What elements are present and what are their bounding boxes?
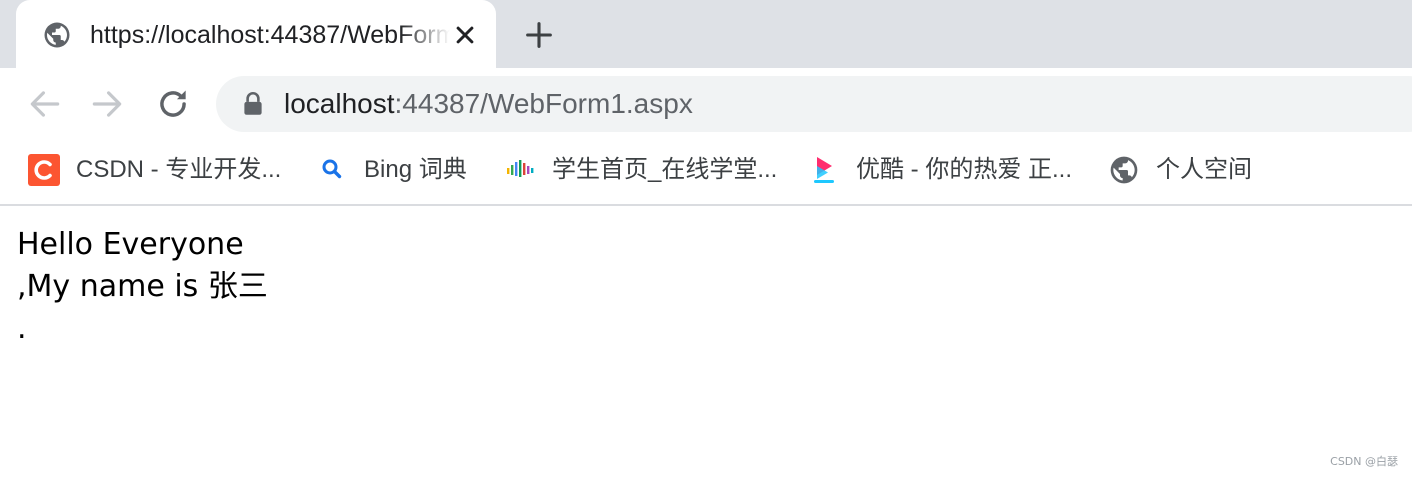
url-path: :44387/WebForm1.aspx bbox=[394, 88, 693, 119]
csdn-icon bbox=[28, 154, 60, 186]
lock-icon[interactable] bbox=[240, 90, 266, 118]
bookmark-label: 个人空间 bbox=[1156, 156, 1252, 183]
active-tab[interactable]: https://localhost:44387/WebForm1.aspx bbox=[16, 0, 496, 68]
close-icon[interactable] bbox=[450, 20, 480, 50]
plus-icon[interactable] bbox=[522, 18, 556, 52]
bookmark-label: CSDN - 专业开发... bbox=[76, 156, 282, 183]
globe-icon bbox=[1110, 156, 1138, 184]
equalizer-icon bbox=[507, 160, 534, 177]
bookmarks-bar: CSDN - 专业开发... Bing 词典 学生首页_在线学堂... 优酷 -… bbox=[0, 140, 1412, 204]
period-line: . bbox=[17, 311, 27, 346]
youku-icon bbox=[814, 157, 834, 183]
url-text[interactable]: localhost:44387/WebForm1.aspx bbox=[284, 85, 693, 123]
url-host: localhost bbox=[284, 88, 395, 119]
bookmark-label: 优酷 - 你的热爱 正... bbox=[856, 156, 1072, 183]
greeting-line: Hello Everyone bbox=[17, 227, 244, 262]
watermark: CSDN @白瑟 bbox=[1330, 455, 1398, 468]
globe-icon bbox=[44, 22, 70, 48]
address-bar[interactable]: localhost:44387/WebForm1.aspx bbox=[216, 76, 1412, 132]
reload-icon[interactable] bbox=[154, 85, 192, 123]
bookmark-label: Bing 词典 bbox=[364, 156, 467, 183]
arrow-left-icon[interactable] bbox=[26, 85, 64, 123]
name-line: ,My name is 张三 bbox=[17, 269, 268, 304]
page-body: Hello Everyone ,My name is 张三 . bbox=[17, 224, 1317, 350]
search-icon bbox=[322, 159, 342, 179]
toolbar-divider bbox=[0, 204, 1412, 206]
tab-strip: https://localhost:44387/WebForm1.aspx bbox=[0, 0, 1412, 68]
arrow-right-icon[interactable] bbox=[88, 85, 126, 123]
browser-toolbar: localhost:44387/WebForm1.aspx bbox=[0, 68, 1412, 140]
bookmark-label: 学生首页_在线学堂... bbox=[552, 156, 778, 183]
tab-title: https://localhost:44387/WebForm1.aspx bbox=[90, 21, 450, 49]
